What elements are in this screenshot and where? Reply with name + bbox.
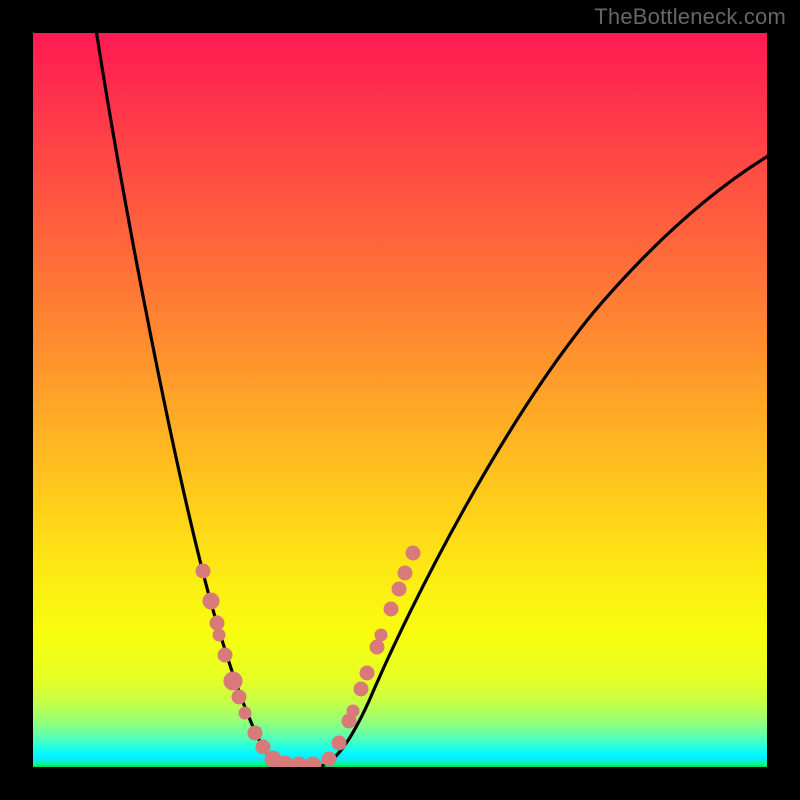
data-point <box>232 690 246 704</box>
data-point <box>360 666 374 680</box>
data-point <box>406 546 420 560</box>
data-point <box>213 629 225 641</box>
data-point <box>256 740 270 754</box>
left-dots-group <box>196 564 321 767</box>
data-point <box>210 616 224 630</box>
data-point <box>305 757 321 767</box>
data-point <box>248 726 262 740</box>
data-point <box>375 629 387 641</box>
chart-frame: TheBottleneck.com <box>0 0 800 800</box>
data-point <box>398 566 412 580</box>
data-point <box>384 602 398 616</box>
dots-layer <box>33 33 767 767</box>
right-dots-group <box>322 546 420 766</box>
data-point <box>354 682 368 696</box>
data-point <box>218 648 232 662</box>
data-point <box>332 736 346 750</box>
data-point <box>239 707 251 719</box>
data-point <box>370 640 384 654</box>
data-point <box>322 752 336 766</box>
data-point <box>224 672 242 690</box>
data-point <box>203 593 219 609</box>
plot-area <box>33 33 767 767</box>
data-point <box>196 564 210 578</box>
data-point <box>347 705 359 717</box>
watermark-text: TheBottleneck.com <box>594 4 786 30</box>
data-point <box>392 582 406 596</box>
